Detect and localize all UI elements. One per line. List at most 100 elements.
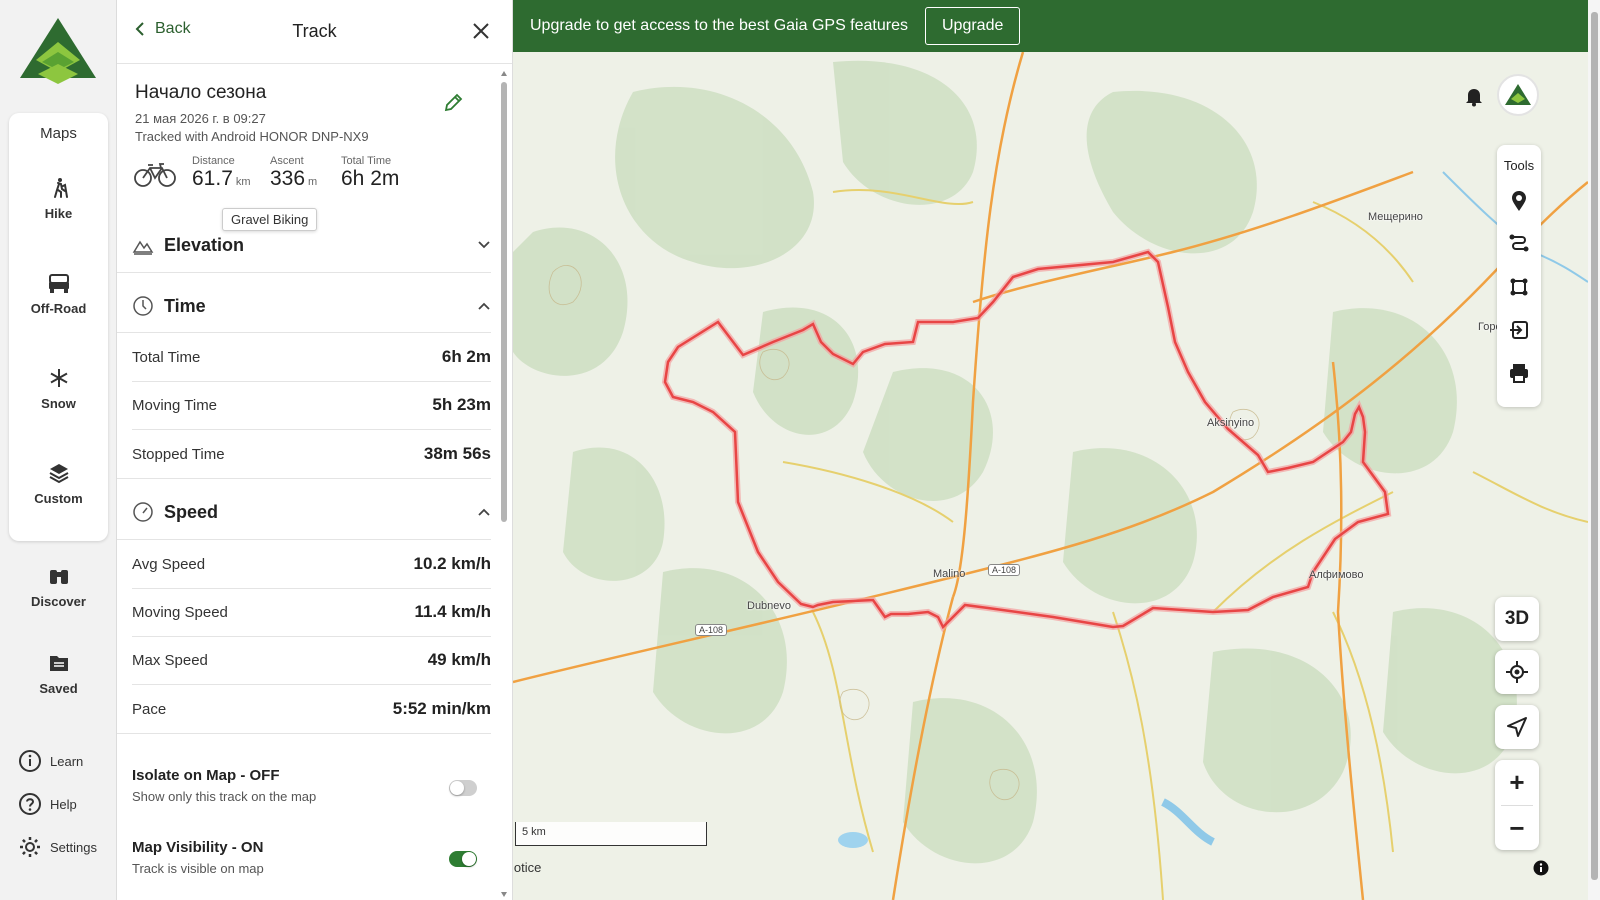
waypoint-pin-icon[interactable] [1507,189,1531,213]
ascent-label: Ascent [270,155,304,167]
time-title: Time [164,295,206,316]
help-label: Help [50,796,77,812]
learn-link[interactable]: Learn [18,749,83,773]
panel-scrollbar[interactable] [500,70,508,898]
toggle-knob [450,781,464,795]
navigation-arrow-icon [1507,717,1527,737]
speed-row-avg: Avg Speed 10.2 km/h [132,540,491,588]
close-icon[interactable] [472,22,490,40]
place-label: Malino [933,568,966,580]
page-scrollbar[interactable] [1588,0,1600,900]
visibility-toggle[interactable] [449,851,477,867]
track-device: Tracked with Android HONOR DNP-NX9 [135,129,369,144]
nav-item-saved[interactable]: Saved [0,651,117,696]
stat-ascent: Ascent 336 m [270,155,317,191]
learn-label: Learn [50,753,84,769]
area-icon[interactable] [1507,275,1531,299]
scroll-down-icon[interactable] [500,890,508,898]
track-panel: Back Track Начало сезона 21 мая 2026 г. … [117,0,513,900]
bell-icon[interactable] [1463,85,1485,107]
nav-label-discover: Discover [31,594,86,609]
mountain-icon [132,240,154,255]
total-time-value: 6h 2m [341,167,400,190]
nav-item-snow[interactable]: Snow [0,366,117,411]
chevron-up-icon [478,302,490,310]
scroll-up-icon[interactable] [500,70,508,78]
nav-item-custom[interactable]: Custom [0,461,117,506]
3d-label: 3D [1504,608,1530,629]
locate-button[interactable] [1495,650,1539,694]
section-speed[interactable]: Speed [132,490,491,534]
bicycle-icon[interactable] [133,160,177,188]
place-label: Алфимово [1309,569,1364,581]
scrollbar-thumb[interactable] [501,82,507,522]
row-value: 49 km/h [427,650,491,669]
3d-button[interactable]: 3D [1495,597,1539,641]
row-value: 10.2 km/h [413,554,492,573]
scale-bar: 5 km [515,822,707,846]
route-icon[interactable] [1507,232,1531,256]
scale-label: 5 km [522,826,546,838]
row-value: 5:52 min/km [392,699,491,718]
upgrade-button[interactable]: Upgrade [925,7,1021,45]
panel-title: Track [292,21,337,41]
nav-item-discover[interactable]: Discover [0,564,117,609]
divider [117,733,491,734]
map-background [513,52,1588,900]
speed-title: Speed [164,501,219,522]
pencil-icon[interactable] [442,92,464,114]
row-label: Pace [132,700,167,718]
isolate-on-map-setting: Isolate on Map - OFF Show only this trac… [132,767,491,804]
snowflake-icon [50,369,67,387]
layers-icon [49,464,68,484]
distance-value: 61.7 [192,167,233,190]
nav-label-off-road: Off-Road [30,301,87,316]
section-time[interactable]: Time [132,284,491,328]
folder-icon [49,656,68,671]
map-canvas[interactable]: Мещерино Горо Aksinyino Malino Dubnevo А… [513,52,1588,900]
divider [117,272,491,273]
time-row-moving: Moving Time 5h 23m [132,381,491,429]
place-label: Dubnevo [747,600,792,612]
gaia-logo-icon[interactable] [18,16,98,88]
nav-rail: Maps Hike Off-Road Snow Custom Discover … [0,0,117,900]
nav-label-saved: Saved [39,681,78,696]
panel-header: Back Track [117,0,512,64]
tools-panel: Tools [1497,145,1541,407]
page-scrollbar-thumb[interactable] [1591,12,1598,880]
row-label: Avg Speed [132,555,206,573]
visibility-title: Map Visibility - ON [132,839,264,856]
print-icon[interactable] [1507,361,1531,385]
time-row-total: Total Time 6h 2m [132,333,491,381]
settings-link[interactable]: Settings [18,835,97,859]
import-icon[interactable] [1507,318,1531,342]
nav-item-hike[interactable]: Hike [0,176,117,221]
account-avatar[interactable] [1497,74,1539,116]
distance-unit: km [235,176,251,188]
time-row-stopped: Stopped Time 38m 56s [132,430,491,478]
navigate-button[interactable] [1495,705,1539,749]
zoom-out-button[interactable]: − [1495,806,1539,850]
info-circle-icon [19,750,41,772]
map-visibility-setting: Map Visibility - ON Track is visible on … [132,839,491,876]
zoom-in-button[interactable]: + [1495,760,1539,804]
stat-total-time: Total Time 6h 2m [341,155,399,191]
ascent-value: 336 [270,167,306,190]
row-value: 5h 23m [432,395,491,414]
gear-icon [20,837,40,857]
help-link[interactable]: Help [18,792,77,816]
track-date: 21 мая 2026 г. в 09:27 [135,111,266,126]
jeep-icon [48,274,69,293]
attribution-info-icon[interactable] [1533,860,1549,876]
chevron-up-icon [478,508,490,516]
binoculars-icon [49,570,68,584]
visibility-subtitle: Track is visible on map [132,861,264,876]
nav-item-off-road[interactable]: Off-Road [0,271,117,316]
ascent-unit: m [308,176,318,188]
row-label: Moving Time [132,396,218,414]
isolate-toggle[interactable] [449,780,477,796]
speedometer-icon [133,502,153,522]
row-value: 38m 56s [423,444,491,463]
settings-label: Settings [50,839,97,855]
notice-link[interactable]: lotice [513,860,541,875]
